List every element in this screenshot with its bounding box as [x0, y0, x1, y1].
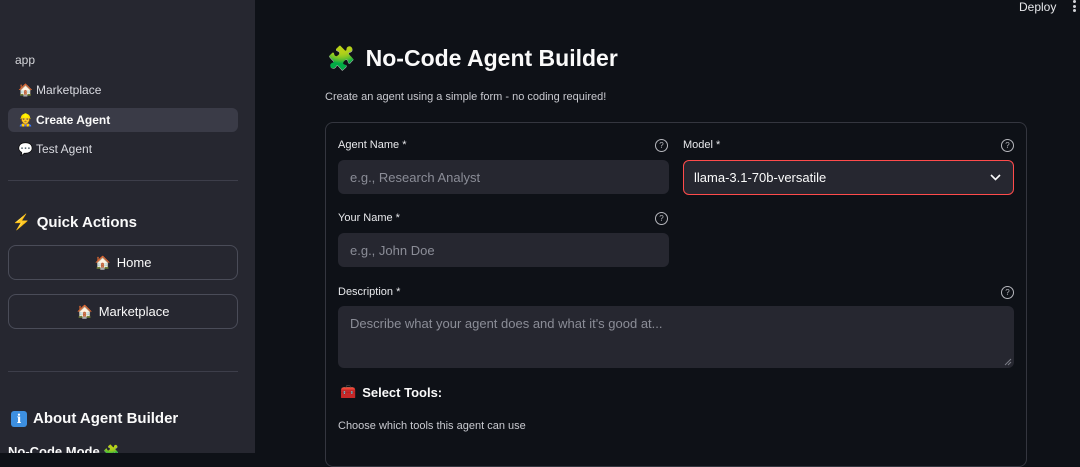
page-title-text: No-Code Agent Builder	[365, 45, 618, 71]
info-icon: i	[11, 410, 27, 427]
model-label: Model *	[683, 139, 721, 151]
sidebar-app-label: app	[15, 53, 36, 67]
model-select-value: llama-3.1-70b-versatile	[694, 170, 827, 185]
your-name-input[interactable]	[338, 233, 669, 267]
sidebar-divider	[8, 371, 238, 372]
sidebar-item-label: Test Agent	[36, 142, 93, 156]
quick-actions-title: Quick Actions	[36, 213, 137, 231]
chevron-down-icon	[990, 174, 1001, 181]
description-textarea[interactable]	[338, 306, 1014, 368]
toolbox-icon: 🧰	[340, 384, 357, 399]
no-code-mode-label: No-Code Mode 🧩	[8, 444, 120, 453]
house-icon: 🏠	[76, 303, 93, 319]
about-heading: i About Agent Builder	[11, 410, 178, 427]
select-tools-subtitle: Choose which tools this agent can use	[338, 420, 526, 432]
sidebar-item-label: Marketplace	[36, 83, 102, 97]
worker-icon: 👷	[18, 113, 33, 127]
home-button-label: Home	[116, 255, 152, 270]
home-button[interactable]: 🏠 Home	[8, 245, 238, 280]
help-icon[interactable]: ?	[655, 212, 668, 225]
sidebar-item-test-agent[interactable]: 💬 Test Agent	[8, 137, 238, 161]
select-tools-title: Select Tools:	[362, 384, 443, 400]
house-icon: 🏠	[94, 254, 111, 270]
lightning-icon: ⚡	[12, 214, 31, 231]
deploy-button[interactable]: Deploy	[1019, 0, 1056, 14]
agent-name-input[interactable]	[338, 160, 669, 194]
agent-name-label: Agent Name *	[338, 139, 407, 151]
help-icon[interactable]: ?	[655, 139, 668, 152]
marketplace-button-label: Marketplace	[98, 304, 170, 319]
your-name-label: Your Name *	[338, 212, 400, 224]
page-title: 🧩 No-Code Agent Builder	[327, 45, 618, 72]
speech-bubble-icon: 💬	[18, 142, 33, 156]
marketplace-button[interactable]: 🏠 Marketplace	[8, 294, 238, 329]
description-label: Description *	[338, 286, 401, 298]
sidebar: app 🏠 Marketplace 👷 Create Agent 💬 Test …	[0, 0, 255, 453]
sidebar-item-create-agent[interactable]: 👷 Create Agent	[8, 108, 238, 132]
select-tools-heading: 🧰 Select Tools:	[340, 384, 442, 400]
resize-handle-icon[interactable]	[1004, 358, 1012, 366]
about-title: About Agent Builder	[33, 410, 179, 427]
more-menu-icon[interactable]	[1073, 0, 1077, 12]
model-select[interactable]: llama-3.1-70b-versatile	[683, 160, 1014, 195]
house-icon: 🏠	[18, 83, 33, 97]
sidebar-item-label: Create Agent	[36, 113, 111, 127]
page-subtitle: Create an agent using a simple form - no…	[325, 91, 607, 103]
sidebar-divider	[8, 180, 238, 181]
help-icon[interactable]: ?	[1001, 139, 1014, 152]
puzzle-icon: 🧩	[327, 45, 356, 71]
help-icon[interactable]: ?	[1001, 286, 1014, 299]
quick-actions-heading: ⚡ Quick Actions	[12, 213, 137, 232]
sidebar-item-marketplace[interactable]: 🏠 Marketplace	[8, 78, 238, 102]
